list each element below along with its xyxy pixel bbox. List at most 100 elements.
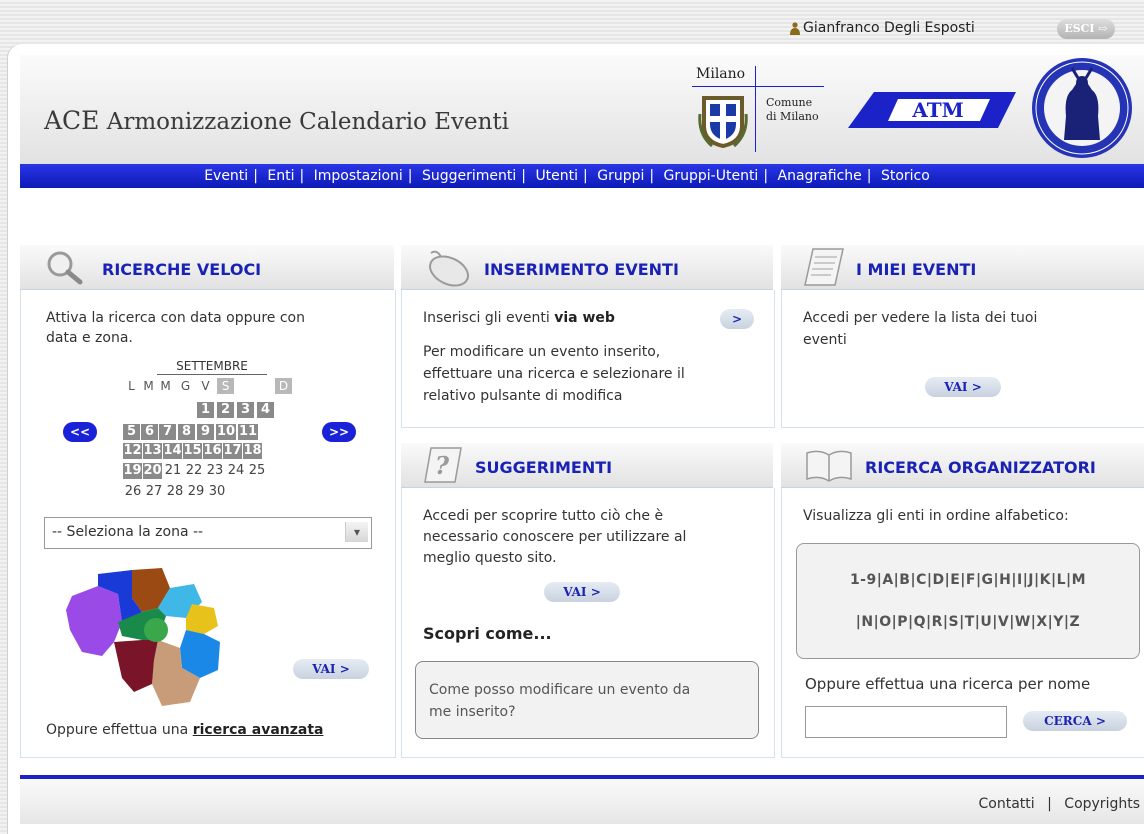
insert-desc-3: relativo pulsante di modifica (423, 388, 623, 404)
my-events-desc-1: Accedi per vedere la lista dei tuoi (803, 310, 1038, 326)
organizers-desc: Visualizza gli enti in ordine alfabetico… (803, 508, 1069, 524)
calendar-day[interactable]: 11 (238, 424, 258, 440)
my-events-go-button[interactable]: VAI > (925, 377, 1001, 397)
weekday: M (143, 379, 154, 393)
faq-line-1: Come posso modificare un evento da (429, 682, 691, 698)
my-events-header: I MIEI EVENTI (781, 245, 1144, 290)
nav-impostazioni[interactable]: Impostazioni (314, 168, 403, 184)
calendar-day[interactable]: 18 (243, 443, 262, 459)
quick-search-title: RICERCHE VELOCI (102, 260, 262, 279)
comune-line-2: di Milano (766, 110, 819, 123)
calendar-day[interactable]: 5 (123, 424, 140, 440)
calendar-day[interactable]: 2 (217, 402, 234, 418)
nav-enti[interactable]: Enti (267, 168, 294, 184)
calendar-day[interactable]: 29 (186, 484, 206, 500)
calendar-day[interactable]: 30 (207, 484, 227, 500)
weekday: S (217, 378, 234, 394)
magnifier-icon (47, 251, 83, 285)
calendar-day[interactable]: 14 (163, 443, 182, 459)
weekday: L (128, 379, 135, 393)
logout-button[interactable]: ESCI ⇨ (1057, 19, 1115, 39)
calendar-day[interactable]: 15 (183, 443, 202, 459)
book-icon (806, 450, 852, 482)
suggestions-title: SUGGERIMENTI (475, 458, 613, 477)
faq-line-2: me inserito? (429, 704, 516, 720)
nav-utenti[interactable]: Utenti (535, 168, 578, 184)
calendar-day[interactable]: 8 (178, 424, 195, 440)
my-events-desc-2: eventi (803, 332, 847, 348)
calendar-day[interactable]: 1 (197, 402, 214, 418)
contacts-link[interactable]: Contatti (979, 796, 1035, 812)
calendar-day[interactable]: 17 (223, 443, 242, 459)
organizers-title: RICERCA ORGANIZZATORI (865, 458, 1096, 477)
calendar-day[interactable]: 21 (163, 463, 183, 479)
calendar-day[interactable]: 16 (203, 443, 222, 459)
calendar-day[interactable]: 25 (247, 463, 267, 479)
organizer-search-button[interactable]: CERCA > (1023, 711, 1127, 731)
nav-gruppi[interactable]: Gruppi (597, 168, 644, 184)
nav-anagrafiche[interactable]: Anagrafiche (778, 168, 862, 184)
search-by-name-label: Oppure effettua una ricerca per nome (805, 675, 1091, 693)
calendar-day[interactable]: 12 (123, 443, 142, 459)
quick-search-go-button[interactable]: VAI > (293, 659, 369, 679)
faq-item[interactable]: Come posso modificare un evento da me in… (415, 661, 759, 739)
alphabet-row-2[interactable]: |N|O|P|Q|R|S|T|U|V|W|X|Y|Z (797, 614, 1139, 630)
question-icon: ? (424, 447, 462, 483)
logout-icon: ⇨ (1098, 22, 1108, 35)
insert-web-button[interactable]: > (720, 309, 754, 329)
user-icon (790, 22, 800, 35)
copyrights-link[interactable]: Copyrights (1064, 796, 1140, 812)
milan-zones-map[interactable] (62, 560, 222, 710)
calendar-day[interactable]: 3 (237, 402, 254, 418)
calendar-next-button[interactable]: >> (322, 422, 356, 442)
suggestions-go-button[interactable]: VAI > (544, 582, 620, 602)
footer (20, 779, 1144, 824)
main-nav: Eventi | Enti | Impostazioni | Suggerimenti… (20, 164, 1144, 188)
nav-eventi[interactable]: Eventi (204, 168, 248, 184)
nav-suggerimenti[interactable]: Suggerimenti (422, 168, 516, 184)
logout-label: ESCI (1064, 22, 1095, 35)
suggestions-desc-3: meglio questo sito. (423, 550, 557, 566)
calendar-day[interactable]: 4 (257, 402, 274, 418)
calendar-day[interactable]: 20 (143, 463, 162, 479)
document-icon (804, 248, 844, 286)
calendar-day[interactable]: 6 (141, 424, 158, 440)
advanced-search-prefix: Oppure effettua una (46, 722, 189, 738)
calendar-day[interactable]: 9 (197, 424, 214, 440)
insert-events-header: INSERIMENTO EVENTI (401, 245, 773, 290)
insert-web-prefix: Inserisci gli eventi (423, 310, 550, 326)
zone-select[interactable]: -- Seleziona la zona -- ▾ (44, 517, 372, 549)
app-title-abbr: ACE (44, 106, 100, 135)
calendar-day[interactable]: 19 (123, 463, 142, 479)
calendar-day[interactable]: 23 (205, 463, 225, 479)
mouse-icon (429, 250, 469, 287)
weekday: D (275, 378, 292, 394)
calendar-day[interactable]: 28 (165, 484, 185, 500)
milano-logo-text: Milano (696, 66, 746, 82)
zone-select-value: -- Seleziona la zona -- (52, 524, 204, 540)
calendar-month: SETTEMBRE (157, 359, 267, 375)
atm-logo: ATM (848, 92, 1016, 128)
insert-desc-1: Per modificare un evento inserito, (423, 344, 661, 360)
weekday: V (201, 379, 210, 393)
calendar-day[interactable]: 13 (143, 443, 162, 459)
footer-links: Contatti | Copyrights (978, 796, 1140, 812)
nav-gruppi-utenti[interactable]: Gruppi-Utenti (664, 168, 759, 184)
calendar-day[interactable]: 26 (123, 484, 143, 500)
calendar-day[interactable]: 24 (226, 463, 246, 479)
calendar-day[interactable]: 27 (144, 484, 164, 500)
calendar-day[interactable]: 22 (184, 463, 204, 479)
calendar-day[interactable]: 10 (216, 424, 236, 440)
discover-heading: Scopri come... (423, 624, 552, 643)
calendar-day[interactable]: 7 (159, 424, 176, 440)
advanced-search-link[interactable]: ricerca avanzata (193, 722, 324, 738)
nav-storico[interactable]: Storico (881, 168, 930, 184)
organizer-name-input[interactable] (805, 706, 1007, 738)
quick-search-intro-1: Attiva la ricerca con data oppure con (46, 310, 305, 326)
insert-desc-2: effettuare una ricerca e selezionare il (423, 366, 685, 382)
chevron-down-icon[interactable]: ▾ (345, 522, 368, 542)
alphabet-index[interactable]: 1-9|A|B|C|D|E|F|G|H|I|J|K|L|M |N|O|P|Q|R… (796, 543, 1140, 659)
suggestions-desc-2: necessario conoscere per utilizzare al (423, 529, 687, 545)
calendar-prev-button[interactable]: << (63, 422, 97, 442)
alphabet-row-1[interactable]: 1-9|A|B|C|D|E|F|G|H|I|J|K|L|M (797, 572, 1139, 588)
